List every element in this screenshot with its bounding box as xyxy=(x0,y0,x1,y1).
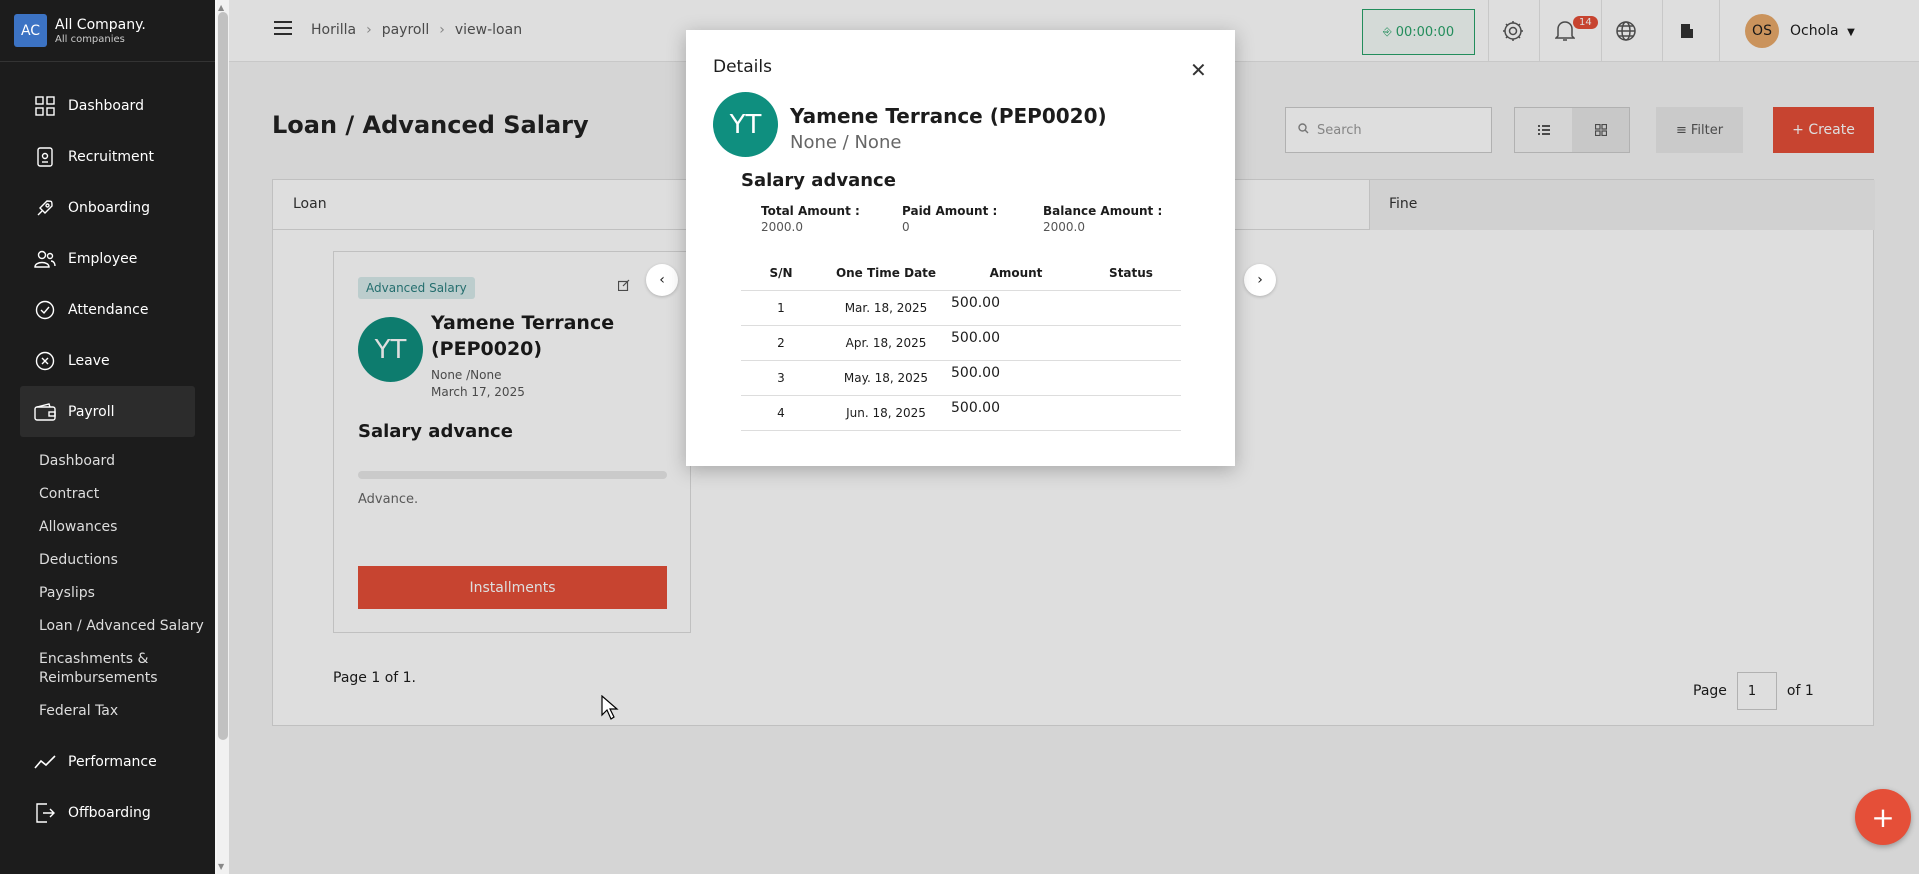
stat-label: Paid Amount : xyxy=(902,204,998,218)
cell-status xyxy=(1081,290,1181,326)
exit-icon xyxy=(34,802,56,824)
avatar: YT xyxy=(713,92,778,157)
stat-label: Total Amount : xyxy=(761,204,860,218)
sidebar-item-offboarding[interactable]: Offboarding xyxy=(0,787,215,838)
sidebar-item-recruitment[interactable]: Recruitment xyxy=(0,131,215,182)
trend-icon xyxy=(34,751,56,773)
sidebar-item-attendance[interactable]: Attendance xyxy=(0,284,215,335)
section-title: Salary advance xyxy=(741,170,896,191)
cell-amount: 500.00 xyxy=(951,395,1081,431)
scroll-up-arrow-icon[interactable]: ▲ xyxy=(218,3,224,12)
stat-value: 2000.0 xyxy=(1043,220,1085,234)
cell-date: Mar. 18, 2025 xyxy=(821,290,951,326)
mouse-cursor-icon xyxy=(601,694,619,725)
sidebar-item-label: Payroll xyxy=(68,403,115,420)
sidebar: AC All Company. All companies Dashboard … xyxy=(0,0,215,874)
fab-add-button[interactable]: + xyxy=(1855,789,1911,845)
cell-status xyxy=(1081,395,1181,431)
rocket-icon xyxy=(34,197,56,219)
table-row: 3 May. 18, 2025 500.00 xyxy=(741,360,1181,396)
badge-icon xyxy=(34,146,56,168)
grid-icon xyxy=(34,95,56,117)
stat-value: 2000.0 xyxy=(761,220,803,234)
cell-sn: 1 xyxy=(741,290,821,326)
column-header: S/N xyxy=(741,256,821,291)
cell-date: Jun. 18, 2025 xyxy=(821,395,951,431)
stat-value: 0 xyxy=(902,220,910,234)
company-logo: AC xyxy=(14,14,47,47)
company-switcher[interactable]: AC All Company. All companies xyxy=(0,0,215,62)
subnav-deductions[interactable]: Deductions xyxy=(0,544,215,577)
sidebar-item-label: Offboarding xyxy=(68,804,151,821)
stat-paid: Paid Amount : 0 xyxy=(902,204,997,234)
employee-name: Yamene Terrance (PEP0020) xyxy=(790,104,1107,128)
subnav-federal-tax[interactable]: Federal Tax xyxy=(0,695,215,728)
scrollbar-thumb[interactable] xyxy=(218,12,228,740)
column-header: Status xyxy=(1081,256,1181,291)
close-icon[interactable]: ✕ xyxy=(1190,58,1207,82)
sidebar-item-payroll[interactable]: Payroll xyxy=(20,386,195,437)
stat-balance: Balance Amount : 2000.0 xyxy=(1043,204,1162,234)
cell-amount: 500.00 xyxy=(951,290,1081,326)
sidebar-item-label: Recruitment xyxy=(68,148,155,165)
subnav-dashboard[interactable]: Dashboard xyxy=(0,445,215,478)
table-row: 1 Mar. 18, 2025 500.00 xyxy=(741,290,1181,326)
cell-amount: 500.00 xyxy=(951,325,1081,361)
sidebar-item-employee[interactable]: Employee xyxy=(0,233,215,284)
cell-status xyxy=(1081,325,1181,361)
sidebar-item-onboarding[interactable]: Onboarding xyxy=(0,182,215,233)
modal-title: Details xyxy=(713,57,772,77)
chevron-left-icon[interactable]: ‹ xyxy=(646,264,678,296)
company-sub: All companies xyxy=(55,33,125,45)
sidebar-item-leave[interactable]: Leave xyxy=(0,335,215,386)
cell-status xyxy=(1081,360,1181,396)
cell-date: Apr. 18, 2025 xyxy=(821,325,951,361)
company-name: All Company. xyxy=(55,16,146,33)
installments-table: S/N One Time Date Amount Status 1 Mar. 1… xyxy=(741,256,1181,431)
sidebar-item-label: Attendance xyxy=(68,301,149,318)
wallet-icon xyxy=(34,401,56,423)
sidebar-item-label: Onboarding xyxy=(68,199,150,216)
subnav-allowances[interactable]: Allowances xyxy=(0,511,215,544)
subnav-encashments[interactable]: Encashments & Reimbursements xyxy=(0,643,190,695)
details-modal: Details ✕ YT Yamene Terrance (PEP0020) N… xyxy=(686,30,1235,466)
check-circle-icon xyxy=(34,299,56,321)
table-row: 4 Jun. 18, 2025 500.00 xyxy=(741,395,1181,431)
cell-sn: 2 xyxy=(741,325,821,361)
x-circle-icon xyxy=(34,350,56,372)
employee-sub: None / None xyxy=(790,132,902,153)
people-icon xyxy=(34,248,56,270)
sidebar-item-label: Leave xyxy=(68,352,110,369)
table-row: 2 Apr. 18, 2025 500.00 xyxy=(741,325,1181,361)
subnav-loan-advanced-salary[interactable]: Loan / Advanced Salary xyxy=(0,610,215,643)
cell-amount: 500.00 xyxy=(951,360,1081,396)
sidebar-item-label: Employee xyxy=(68,250,138,267)
subnav-payslips[interactable]: Payslips xyxy=(0,577,215,610)
scroll-down-arrow-icon[interactable]: ▼ xyxy=(218,862,224,871)
column-header: One Time Date xyxy=(821,256,951,291)
sidebar-item-performance[interactable]: Performance xyxy=(0,736,215,787)
table-header: S/N One Time Date Amount Status xyxy=(741,256,1181,291)
chevron-right-icon[interactable]: › xyxy=(1244,264,1276,296)
sidebar-item-label: Performance xyxy=(68,753,157,770)
stat-label: Balance Amount : xyxy=(1043,204,1163,218)
cell-sn: 4 xyxy=(741,395,821,431)
sidebar-item-label: Dashboard xyxy=(68,97,144,114)
sidebar-item-dashboard[interactable]: Dashboard xyxy=(0,80,215,131)
subnav-contract[interactable]: Contract xyxy=(0,478,215,511)
cell-sn: 3 xyxy=(741,360,821,396)
cell-date: May. 18, 2025 xyxy=(821,360,951,396)
payroll-subnav: Dashboard Contract Allowances Deductions… xyxy=(0,445,215,728)
stat-total: Total Amount : 2000.0 xyxy=(761,204,860,234)
column-header: Amount xyxy=(951,256,1081,291)
